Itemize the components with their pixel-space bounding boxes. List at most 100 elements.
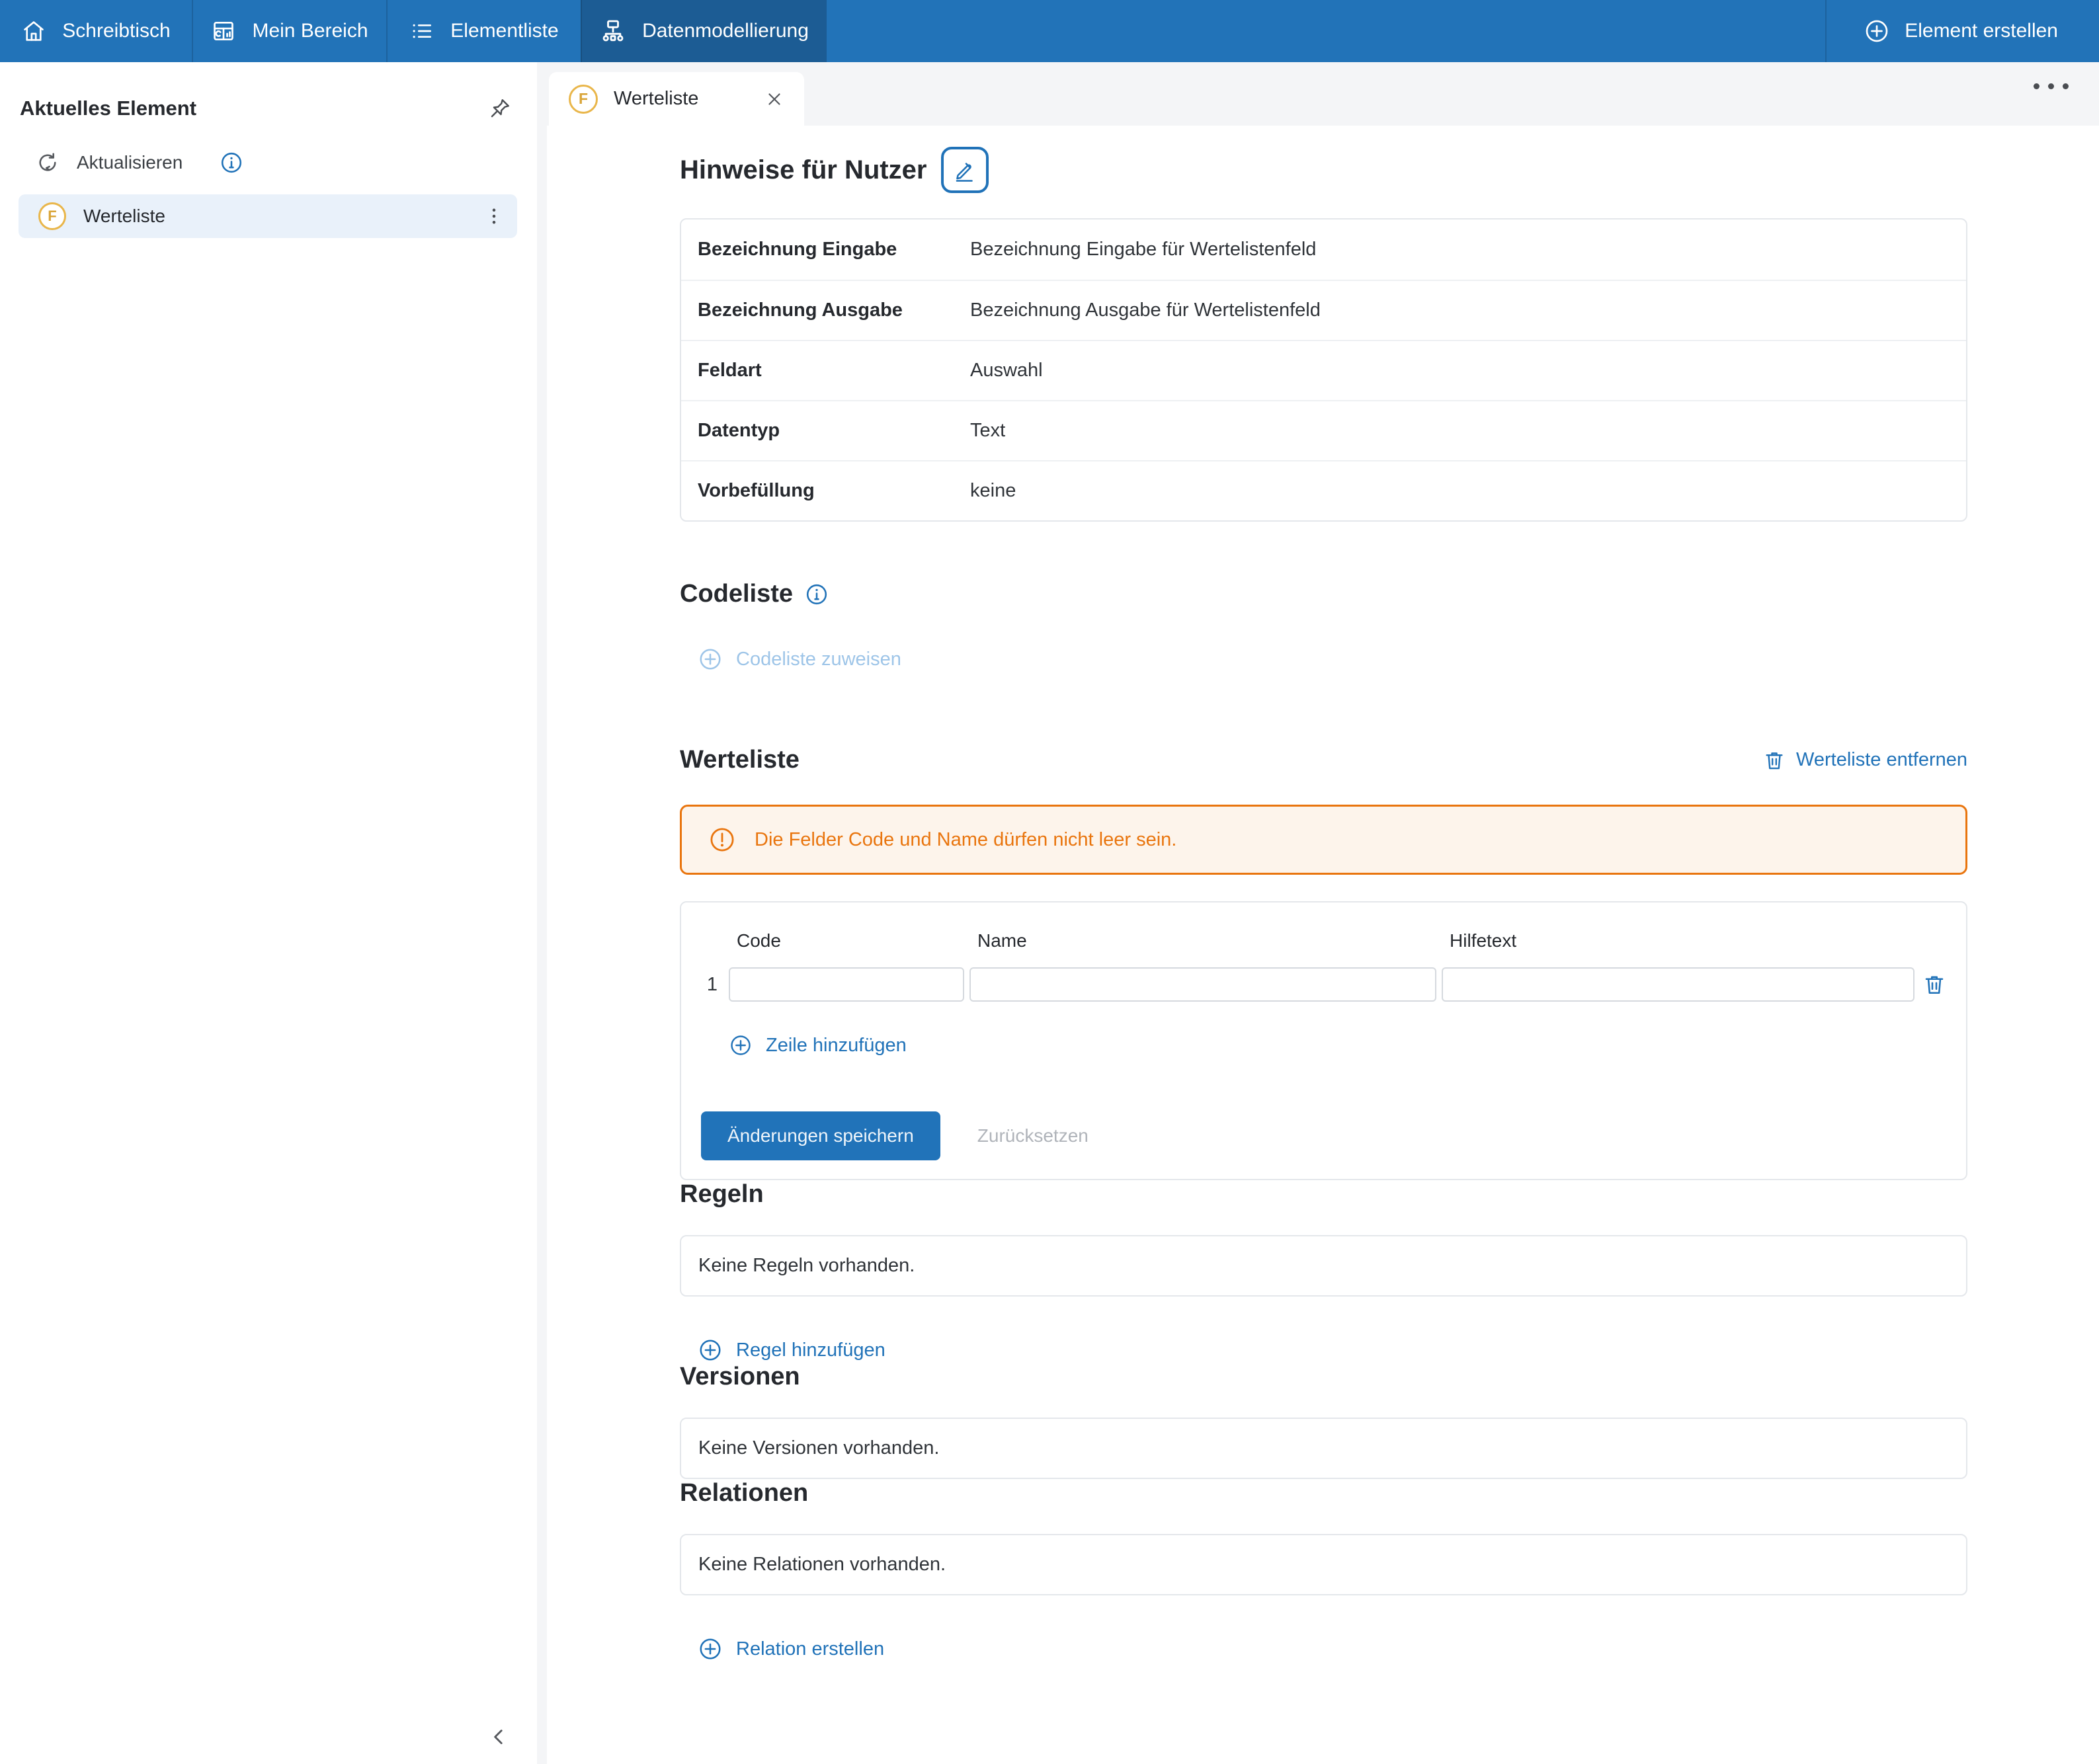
reset-button[interactable]: Zurücksetzen: [958, 1111, 1108, 1160]
code-input[interactable]: [729, 967, 964, 1002]
relation-erstellen-button[interactable]: Relation erstellen: [698, 1636, 884, 1662]
nav-tab-elementliste[interactable]: Elementliste: [386, 0, 581, 62]
detail-label: Vorbefüllung: [698, 480, 970, 502]
nav-create-label: Element erstellen: [1905, 20, 2058, 42]
zeile-hinzufuegen-button[interactable]: Zeile hinzufügen: [729, 1033, 907, 1057]
remove-label: Werteliste entfernen: [1796, 749, 1967, 771]
more-options-button[interactable]: [2034, 83, 2069, 89]
plus-circle-icon: [698, 647, 723, 672]
field-details-table: Bezeichnung Eingabe Bezeichnung Eingabe …: [680, 218, 1967, 522]
pin-icon[interactable]: [488, 97, 512, 120]
table-row: 1: [701, 967, 1946, 1002]
table-row: Vorbefüllung keine: [681, 460, 1966, 520]
plus-circle-icon: [698, 1338, 723, 1363]
detail-value: keine: [970, 480, 1016, 502]
detail-value: Text: [970, 420, 1005, 442]
sidebar-title: Aktuelles Element: [20, 97, 196, 120]
warning-icon: [708, 826, 736, 854]
column-header-hilfetext: Hilfetext: [1442, 930, 1914, 951]
sidebar-item-werteliste[interactable]: F Werteliste: [19, 194, 517, 238]
nav-tab-datenmodellierung[interactable]: Datenmodellierung: [581, 0, 827, 62]
versionen-empty-text: Keine Versionen vorhanden.: [698, 1437, 939, 1459]
table-row: Bezeichnung Eingabe Bezeichnung Eingabe …: [681, 220, 1966, 280]
refresh-row: Aktualisieren: [36, 151, 537, 175]
werteliste-entfernen-button[interactable]: Werteliste entfernen: [1763, 749, 1967, 772]
top-navigation: Schreibtisch Mein Bereich Elementliste D…: [0, 0, 2099, 62]
tab-content: Hinweise für Nutzer Bezeichnung Eingabe …: [547, 126, 2099, 1764]
werteliste-title: Werteliste: [680, 746, 800, 774]
relationen-empty-text: Keine Relationen vorhanden.: [698, 1554, 946, 1576]
info-icon[interactable]: [805, 582, 829, 606]
nav-tab-label: Datenmodellierung: [642, 20, 809, 42]
table-row: Datentyp Text: [681, 400, 1966, 460]
versionen-empty-card: Keine Versionen vorhanden.: [680, 1418, 1967, 1479]
add-relation-label: Relation erstellen: [736, 1638, 884, 1660]
refresh-label[interactable]: Aktualisieren: [77, 152, 183, 173]
detail-label: Datentyp: [698, 420, 970, 442]
plus-circle-icon: [729, 1033, 753, 1057]
trash-icon: [1763, 749, 1786, 772]
detail-value: Bezeichnung Ausgabe für Wertelistenfeld: [970, 300, 1321, 321]
relationen-empty-card: Keine Relationen vorhanden.: [680, 1534, 1967, 1595]
werteliste-editor-card: Code Name Hilfetext 1: [680, 901, 1967, 1180]
delete-row-button[interactable]: [1922, 973, 1946, 996]
assign-label: Codeliste zuweisen: [736, 649, 901, 670]
hilfetext-input[interactable]: [1442, 967, 1914, 1002]
relationen-title: Relationen: [680, 1479, 1967, 1507]
detail-value: Auswahl: [970, 360, 1043, 381]
nav-spacer: [827, 0, 1825, 62]
nav-tab-label: Mein Bereich: [252, 20, 368, 42]
name-input[interactable]: [969, 967, 1436, 1002]
trash-icon: [1922, 973, 1946, 996]
pencil-icon: [953, 158, 977, 182]
main-area: F Werteliste Hinweise für Nutzer: [537, 62, 2099, 1764]
sidebar-header: Aktuelles Element: [0, 62, 537, 120]
tab-strip: F Werteliste: [547, 62, 2099, 126]
table-row: Bezeichnung Ausgabe Bezeichnung Ausgabe …: [681, 280, 1966, 340]
nav-tab-mein-bereich[interactable]: Mein Bereich: [192, 0, 386, 62]
detail-value: Bezeichnung Eingabe für Wertelistenfeld: [970, 239, 1316, 261]
kebab-menu-icon[interactable]: [483, 205, 505, 227]
sidebar: Aktuelles Element Aktualisieren F Wertel…: [0, 62, 537, 1764]
detail-label: Bezeichnung Ausgabe: [698, 300, 970, 321]
element-erstellen-button[interactable]: Element erstellen: [1825, 0, 2099, 62]
column-header-row: Code Name Hilfetext: [701, 930, 1946, 951]
workspace-icon: [211, 19, 236, 44]
home-icon: [21, 19, 46, 44]
plus-circle-icon: [1864, 18, 1890, 44]
detail-label: Bezeichnung Eingabe: [698, 239, 970, 261]
regeln-title: Regeln: [680, 1180, 1967, 1209]
codeliste-zuweisen-button[interactable]: Codeliste zuweisen: [698, 647, 901, 672]
list-icon: [409, 19, 434, 44]
close-icon[interactable]: [764, 89, 784, 109]
add-rule-label: Regel hinzufügen: [736, 1340, 885, 1361]
row-index: 1: [701, 974, 723, 996]
document-tab-werteliste[interactable]: F Werteliste: [549, 72, 804, 126]
field-type-badge: F: [569, 85, 598, 114]
codeliste-title: Codeliste: [680, 580, 793, 608]
hints-title: Hinweise für Nutzer: [680, 155, 926, 185]
warning-text: Die Felder Code und Name dürfen nicht le…: [755, 829, 1176, 851]
document-tab-label: Werteliste: [614, 88, 749, 110]
add-row-label: Zeile hinzufügen: [766, 1035, 907, 1057]
sidebar-item-label: Werteliste: [83, 206, 466, 227]
collapse-sidebar-button[interactable]: [487, 1724, 512, 1749]
table-row: Feldart Auswahl: [681, 340, 1966, 400]
nav-tab-label: Elementliste: [450, 20, 558, 42]
save-changes-button[interactable]: Änderungen speichern: [701, 1111, 940, 1160]
regeln-empty-text: Keine Regeln vorhanden.: [698, 1255, 915, 1277]
info-icon[interactable]: [220, 151, 243, 175]
codeliste-header: Codeliste: [680, 580, 1967, 608]
regeln-empty-card: Keine Regeln vorhanden.: [680, 1235, 1967, 1297]
regel-hinzufuegen-button[interactable]: Regel hinzufügen: [698, 1338, 885, 1363]
versionen-title: Versionen: [680, 1363, 1967, 1391]
plus-circle-icon: [698, 1636, 723, 1662]
nav-tab-schreibtisch[interactable]: Schreibtisch: [0, 0, 192, 62]
column-header-code: Code: [729, 930, 964, 951]
editor-actions: Änderungen speichern Zurücksetzen: [701, 1111, 1946, 1160]
hints-header: Hinweise für Nutzer: [680, 147, 1967, 193]
edit-hints-button[interactable]: [941, 147, 989, 193]
sitemap-icon: [600, 18, 626, 44]
refresh-icon[interactable]: [36, 151, 60, 175]
detail-label: Feldart: [698, 360, 970, 381]
